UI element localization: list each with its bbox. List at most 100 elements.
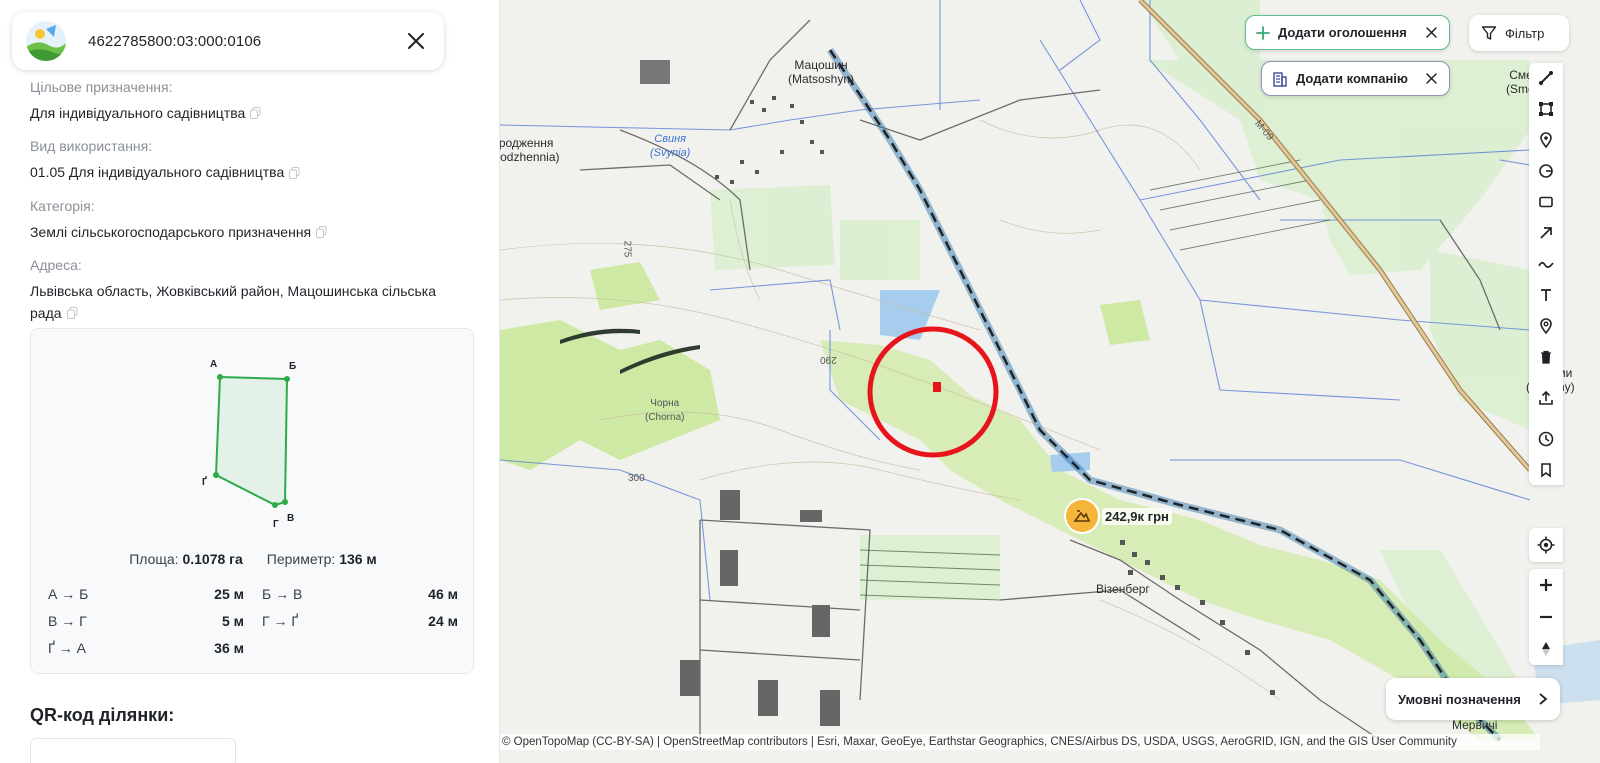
draw-line-button[interactable] xyxy=(1529,63,1563,93)
segment-name: Г → Ґ xyxy=(262,613,299,629)
category-block: Категорія: Землі сільськогосподарського … xyxy=(30,198,480,244)
app-root: 4622785800:03:000:0106 Цільове призначен… xyxy=(0,0,1600,763)
filter-icon xyxy=(1481,26,1497,40)
add-text-button[interactable] xyxy=(1529,280,1563,310)
plus-icon xyxy=(1256,25,1270,40)
segment-length: 36 м xyxy=(214,640,244,656)
area-label: Площа: xyxy=(129,551,179,567)
map-label-elev-300: 300 xyxy=(628,473,645,484)
area-perimeter-row: Площа: 0.1078 га Периметр: 136 м xyxy=(31,551,475,567)
purpose-value: Для індивідуального садівництва xyxy=(30,102,480,125)
clock-icon xyxy=(1538,431,1554,447)
place-pin-button[interactable] xyxy=(1529,311,1563,341)
filter-label: Фільтр xyxy=(1505,25,1545,41)
vertex-gg-dot xyxy=(213,472,219,478)
map-view[interactable]: Мацошин(Matsoshyn) Відродження(Vidrodzhe… xyxy=(500,0,1600,763)
close-add-company-button[interactable] xyxy=(1423,71,1439,87)
plus-icon xyxy=(1540,578,1552,591)
category-value-text: Землі сільськогосподарського призначення xyxy=(30,223,312,240)
parcel-shape-card: А Б В Г Ґ Площа: 0.1078 га Периметр: 136 … xyxy=(30,328,474,674)
locate-icon xyxy=(1537,536,1555,554)
copy-icon[interactable] xyxy=(289,163,300,185)
close-panel-button[interactable] xyxy=(402,27,430,55)
my-location-button[interactable] xyxy=(1529,528,1563,562)
upload-icon xyxy=(1539,390,1553,405)
perimeter-label: Периметр: xyxy=(266,551,336,567)
segment-row: А → Б 25 м xyxy=(48,585,244,603)
add-company-button[interactable]: Додати компанію xyxy=(1261,61,1450,96)
copy-icon[interactable] xyxy=(316,222,327,244)
usage-value: 01.05 Для індивідуального садівництва xyxy=(30,161,480,184)
add-company-label: Додати компанію xyxy=(1296,71,1409,86)
polygon-icon xyxy=(1539,102,1553,116)
app-logo-icon xyxy=(26,21,66,61)
reset-north-button[interactable] xyxy=(1529,633,1563,664)
map-attribution: © OpenTopoMap (CC-BY-SA) | OpenStreetMap… xyxy=(500,734,1540,750)
compass-icon xyxy=(1542,641,1550,656)
segment-length: 46 м xyxy=(428,586,458,602)
chevron-right-icon xyxy=(1539,693,1548,705)
segment-name: Б → В xyxy=(262,586,303,602)
add-listing-button[interactable]: Додати оголошення xyxy=(1245,15,1450,50)
pin-icon xyxy=(1540,318,1552,334)
selected-parcel-marker[interactable] xyxy=(933,382,941,392)
draw-circle-marker-button[interactable] xyxy=(1529,156,1563,186)
text-icon xyxy=(1541,289,1551,301)
address-block: Адреса: Львівська область, Жовківський р… xyxy=(30,257,480,325)
listing-price-text: 242,9к грн xyxy=(1102,507,1172,525)
cadastral-number: 4622785800:03:000:0106 xyxy=(88,32,262,50)
listing-land-icon xyxy=(1066,500,1098,532)
map-canvas[interactable] xyxy=(500,0,1600,763)
qr-code-box[interactable] xyxy=(30,738,236,763)
zoom-in-button[interactable] xyxy=(1529,569,1563,600)
draw-arrow-button[interactable] xyxy=(1529,218,1563,248)
parcel-info-panel: 4622785800:03:000:0106 Цільове призначен… xyxy=(0,0,500,763)
map-label-vidrodzhennia: Відродження(Vidrodzhennia) xyxy=(500,136,560,164)
segment-row: Г → Ґ 24 м xyxy=(262,612,458,630)
map-label-matsoshyn: Мацошин (Matsoshyn) xyxy=(788,58,855,86)
draw-rectangle-button[interactable] xyxy=(1529,187,1563,217)
vertex-g-dot xyxy=(272,502,278,508)
filter-button[interactable]: Фільтр xyxy=(1469,15,1569,51)
usage-value-text: 01.05 Для індивідуального садівництва xyxy=(30,164,285,181)
close-icon xyxy=(408,33,424,49)
segment-lengths: А → Б 25 м Б → В 46 м В → Г 5 м Г → Ґ 24 м Ґ… xyxy=(48,585,458,657)
segment-name: В → Г xyxy=(48,613,87,629)
arrow-icon xyxy=(1540,227,1552,239)
segment-length: 5 м xyxy=(221,613,244,629)
category-value: Землі сільськогосподарського призначення xyxy=(30,221,480,244)
map-label-elev-290: 290 xyxy=(820,354,837,365)
qr-title: QR-код ділянки: xyxy=(30,705,175,725)
legend-button[interactable]: Умовні позначення xyxy=(1386,678,1560,720)
parcel-attributes: Цільове призначення: Для індивідуального… xyxy=(30,79,480,338)
delete-drawing-button[interactable] xyxy=(1529,342,1563,372)
draw-freehand-button[interactable] xyxy=(1529,249,1563,279)
copy-icon[interactable] xyxy=(250,103,261,125)
map-label-elev-275: 275 xyxy=(621,240,633,258)
zoom-out-button[interactable] xyxy=(1529,601,1563,632)
vertex-a-label: А xyxy=(210,359,217,370)
marker-icon xyxy=(1540,132,1552,148)
listing-price-marker[interactable]: 242,9к грн xyxy=(1066,500,1172,532)
vertex-b-dot xyxy=(284,376,290,382)
line-icon xyxy=(1539,71,1553,85)
zoom-controls xyxy=(1529,569,1563,665)
usage-block: Вид використання: 01.05 Для індивідуальн… xyxy=(30,138,480,184)
vertex-a-dot xyxy=(217,374,223,380)
freehand-icon xyxy=(1538,261,1554,268)
parcel-polygon xyxy=(214,375,289,507)
purpose-label: Цільове призначення: xyxy=(30,79,173,95)
legend-label: Умовні позначення xyxy=(1398,691,1521,707)
vertex-g-label: Г xyxy=(273,519,279,530)
purpose-block: Цільове призначення: Для індивідуального… xyxy=(30,79,480,125)
add-marker-button[interactable] xyxy=(1529,125,1563,155)
cadastral-header-card: 4622785800:03:000:0106 xyxy=(12,12,444,70)
close-add-listing-button[interactable] xyxy=(1423,25,1439,41)
segment-row: Б → В 46 м xyxy=(262,585,458,603)
export-button[interactable] xyxy=(1529,383,1563,413)
bookmark-button[interactable] xyxy=(1529,455,1563,485)
history-button[interactable] xyxy=(1529,424,1563,454)
vertex-gg-label: Ґ xyxy=(202,475,207,488)
draw-polygon-button[interactable] xyxy=(1529,94,1563,124)
copy-icon[interactable] xyxy=(66,303,78,325)
